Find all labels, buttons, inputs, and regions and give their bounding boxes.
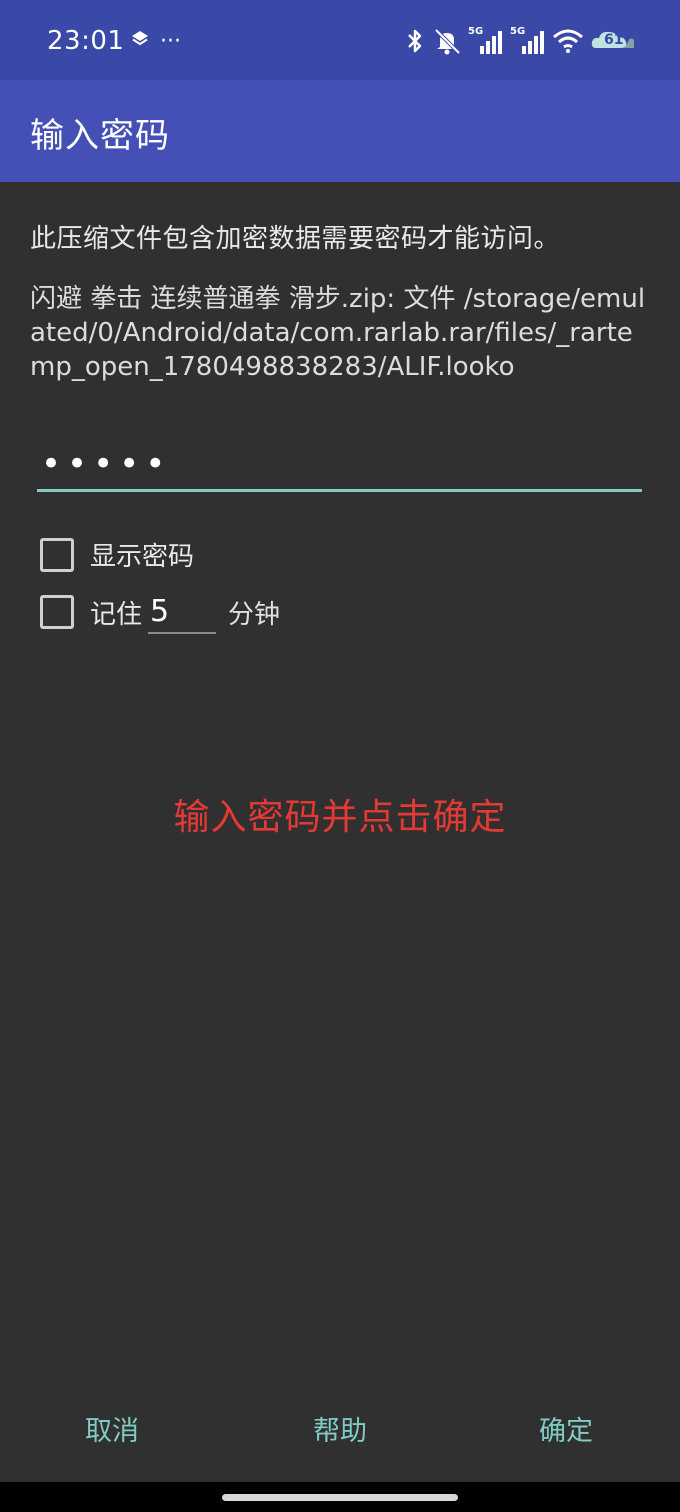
signal-5g-icon-1: 5G: [468, 26, 504, 56]
layers-icon: [130, 29, 150, 53]
mute-bell-icon: [432, 27, 462, 55]
minutes-unit-label: 分钟: [228, 599, 281, 630]
page-title: 输入密码: [30, 116, 170, 156]
help-button[interactable]: 帮助: [270, 1398, 410, 1458]
cancel-button[interactable]: 取消: [42, 1398, 182, 1458]
password-required-message: 此压缩文件包含加密数据需要密码才能访问。: [30, 224, 561, 254]
instruction-overlay-text: 输入密码并点击确定: [173, 797, 507, 838]
show-password-checkbox[interactable]: [40, 537, 74, 572]
more-notifications-icon: ···: [160, 28, 181, 54]
navigation-bar: [0, 1482, 680, 1512]
file-path-info: 闪避 拳击 连续普通拳 滑步.zip: 文件 /storage/emulated…: [30, 284, 646, 382]
show-password-row[interactable]: 显示密码: [40, 536, 194, 573]
status-left-icons: ···: [130, 26, 181, 56]
status-right-icons: 5G 5G 61: [404, 24, 636, 58]
wifi-icon: [552, 28, 584, 54]
ok-button[interactable]: 确定: [496, 1398, 636, 1458]
show-password-label[interactable]: 显示密码: [90, 536, 194, 573]
battery-icon: 61: [590, 28, 636, 54]
status-bar: 23:01 ··· 5G 5G 61: [0, 0, 680, 80]
dialog-content: 此压缩文件包含加密数据需要密码才能访问。 闪避 拳击 连续普通拳 滑步.zip:…: [0, 182, 680, 1482]
remember-password-checkbox[interactable]: [40, 595, 74, 629]
home-gesture-handle[interactable]: [222, 1494, 458, 1501]
password-input[interactable]: [37, 438, 642, 492]
app-bar: 输入密码: [0, 80, 680, 182]
remember-minutes-input[interactable]: [148, 590, 217, 634]
remember-password-row: 记住 分钟: [40, 590, 280, 634]
status-time: 23:01: [47, 26, 125, 56]
remember-label[interactable]: 记住: [90, 594, 142, 631]
bluetooth-icon: [404, 27, 426, 55]
signal-5g-icon-2: 5G: [510, 26, 546, 56]
